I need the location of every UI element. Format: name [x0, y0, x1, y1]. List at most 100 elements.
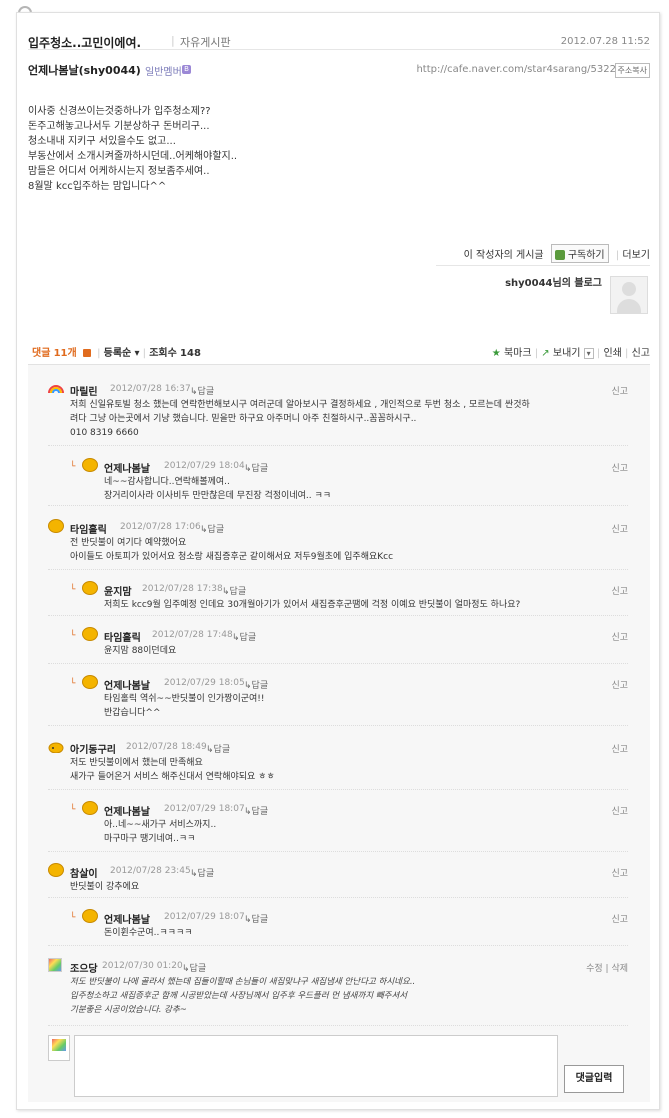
- sort-dropdown[interactable]: 등록순: [104, 348, 132, 359]
- title-row: 입주청소..고민이에여. | 자유게시판 2012.07.28 11:52: [28, 28, 650, 50]
- reply-link[interactable]: ↳답글: [200, 522, 224, 535]
- divider: [48, 851, 628, 852]
- reply-label: 답글: [207, 525, 225, 535]
- comment-author[interactable]: 언제나봄날: [104, 911, 150, 926]
- comment-text: 저희 신일유토빌 청소 했는데 연락한번해보시구 여러군데 알아보시구 결정하세…: [70, 398, 530, 440]
- submit-comment-button[interactable]: 댓글입력: [564, 1065, 624, 1093]
- report-link[interactable]: 신고: [611, 678, 628, 691]
- report-button[interactable]: 신고: [632, 348, 650, 359]
- comment-author[interactable]: 언제나봄날: [104, 460, 150, 475]
- reply-link[interactable]: ↳답글: [206, 742, 230, 755]
- comment-text: 윤지맘 88이던데요: [104, 644, 176, 658]
- reply-link[interactable]: ↳답글: [244, 461, 268, 474]
- divider: [48, 505, 628, 506]
- comment-date: 2012/07/28 17:48: [152, 630, 233, 640]
- divider: |: [596, 348, 601, 359]
- comment-line: 저도 반딧불이에서 했는데 만족해요: [70, 758, 203, 768]
- body-line: 맘들은 어디서 어케하시는지 정보좀주세여..: [28, 166, 210, 177]
- print-button[interactable]: 인쇄: [603, 348, 621, 359]
- comment-author[interactable]: 타임홀릭: [104, 629, 141, 644]
- post-url[interactable]: http://cafe.naver.com/star4sarang/5322: [416, 64, 616, 75]
- comment-author[interactable]: 참살이: [70, 865, 98, 880]
- comment-author[interactable]: 조으당: [70, 960, 98, 975]
- views-label: 조회수: [149, 348, 177, 359]
- reply-label: 답글: [251, 681, 269, 691]
- avatar[interactable]: [610, 276, 648, 314]
- comment-author[interactable]: 타임홀릭: [70, 521, 107, 536]
- comment-author[interactable]: 언제나봄날: [104, 803, 150, 818]
- reply-link[interactable]: ↳답글: [190, 384, 214, 397]
- body-line: 이사중 신경쓰이는것중하나가 입주청소제??: [28, 106, 211, 117]
- comment-line: 입주청소하고 새집증후군 함께 시공받았는데 사장님께서 입주후 우드플러 먼 …: [70, 991, 408, 1001]
- smiley-avatar-icon: [82, 458, 98, 472]
- edit-link[interactable]: 수정: [586, 964, 603, 974]
- report-link[interactable]: 신고: [611, 584, 628, 597]
- comment-write-area: 댓글입력: [48, 1035, 628, 1097]
- subscribe-label: 구독하기: [567, 250, 605, 261]
- report-link[interactable]: 신고: [611, 461, 628, 474]
- bookmark-button[interactable]: 북마크: [504, 348, 532, 359]
- send-dropdown-icon[interactable]: ▾: [583, 348, 594, 359]
- send-button[interactable]: 보내기: [553, 348, 581, 359]
- report-link[interactable]: 신고: [611, 804, 628, 817]
- comment-label[interactable]: 댓글: [32, 348, 50, 359]
- comment-author[interactable]: 언제나봄날: [104, 677, 150, 692]
- more-link[interactable]: 더보기: [622, 250, 650, 261]
- body-line: 돈주고해놓고나서두 기분상하구 돈버리구...: [28, 121, 210, 132]
- comment-date: 2012/07/30 01:20: [102, 961, 183, 971]
- report-link[interactable]: 신고: [611, 522, 628, 535]
- copy-url-button[interactable]: 주소복사: [614, 63, 650, 78]
- smiley-avatar-icon: [82, 801, 98, 815]
- comment-text: 네~~감사합니다..연락해볼께여.. 장거리이사라 이사비두 만만찮은데 무진장…: [104, 475, 331, 503]
- reply-link[interactable]: ↳답글: [244, 912, 268, 925]
- reply-link[interactable]: ↳답글: [182, 961, 206, 974]
- divider: [48, 663, 628, 664]
- comment-line: 전 반딧불이 여기다 예약했어요: [70, 538, 187, 548]
- comment-author[interactable]: 윤지맘: [104, 583, 132, 598]
- post-title: 입주청소..고민이에여.: [28, 36, 142, 50]
- report-link[interactable]: 신고: [611, 912, 628, 925]
- report-link[interactable]: 신고: [611, 742, 628, 755]
- comment-author[interactable]: 아기동구리: [70, 741, 116, 756]
- author-blog-link[interactable]: shy0044님의 블로그: [505, 274, 602, 289]
- delete-link[interactable]: 삭제: [611, 964, 628, 974]
- chevron-down-icon[interactable]: ▾: [134, 348, 139, 359]
- report-link[interactable]: 신고: [611, 866, 628, 879]
- report-link[interactable]: 신고: [611, 384, 628, 397]
- comment-count[interactable]: 11개: [54, 348, 77, 359]
- report-link[interactable]: 신고: [611, 630, 628, 643]
- comment-input[interactable]: [74, 1035, 558, 1097]
- reply-label: 답글: [197, 869, 215, 879]
- reply-arrow-icon: └: [70, 913, 76, 923]
- reply-link[interactable]: ↳답글: [244, 678, 268, 691]
- comment-line: 반딧불이 강추에요: [70, 882, 140, 892]
- divider: [48, 945, 628, 946]
- reply-link[interactable]: ↳답글: [232, 630, 256, 643]
- board-link[interactable]: 자유게시판: [180, 34, 231, 50]
- profile-select-icon[interactable]: [48, 1035, 70, 1061]
- comment-line: 저도 반딧불이 나에 골라서 했는데 집들이할때 손님들이 새집맞냐구 새집냄새…: [70, 977, 416, 987]
- comment-line: 네~~감사합니다..연락해볼께여..: [104, 477, 230, 487]
- divider: |: [615, 250, 620, 261]
- collapse-icon[interactable]: [82, 349, 91, 357]
- reply-link[interactable]: ↳답글: [190, 866, 214, 879]
- divider: [48, 445, 628, 446]
- body-line: 8월말 kcc입주하는 맘입니다^^: [28, 181, 167, 192]
- comment-line: 마구마구 땡기네여..ㅋㅋ: [104, 834, 196, 844]
- author-links: 이 작성자의 게시글 구독하기 | 더보기: [464, 244, 650, 263]
- reply-link[interactable]: ↳답글: [244, 804, 268, 817]
- author-name[interactable]: 언제나봄날(shy0044): [28, 62, 141, 78]
- subscribe-button[interactable]: 구독하기: [550, 244, 609, 263]
- comment-line: 저희 신일유토빌 청소 했는데 연락한번해보시구 여러군데 알아보시구 결정하세…: [70, 400, 530, 410]
- comment-author[interactable]: 마릴린: [70, 383, 98, 398]
- divider: |: [142, 348, 147, 359]
- profile-avatar-icon: [48, 958, 62, 972]
- comment-line: 기분좋은 시공이었습니다. 강추~: [70, 1005, 187, 1015]
- author-posts-link[interactable]: 이 작성자의 게시글: [464, 250, 544, 261]
- star-icon: ★: [491, 348, 501, 359]
- smiley-avatar-icon: [82, 675, 98, 689]
- divider: [48, 789, 628, 790]
- send-icon: ↗: [541, 348, 550, 359]
- reply-link[interactable]: ↳답글: [222, 584, 246, 597]
- divider: [48, 897, 628, 898]
